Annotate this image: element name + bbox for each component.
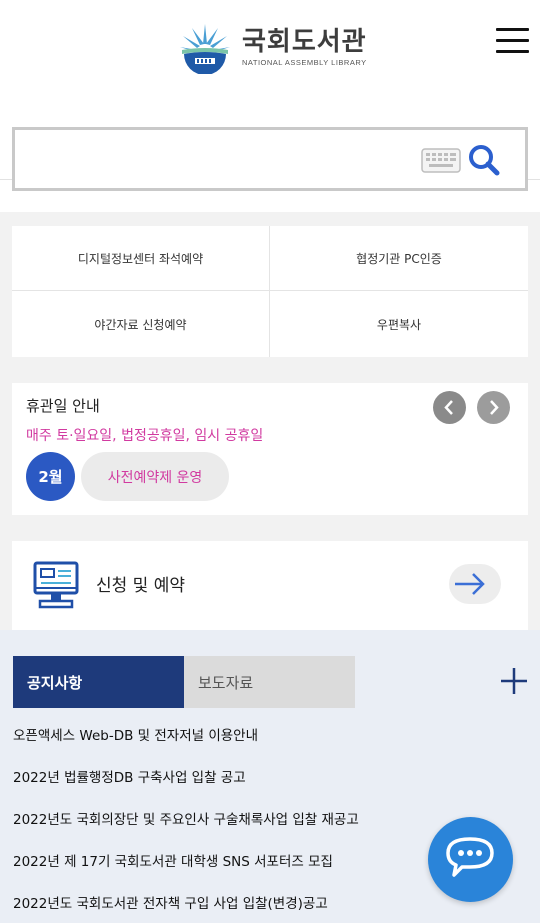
quick-menu-pc-auth[interactable]: 협정기관 PC인증 — [270, 226, 528, 291]
tab-press-release[interactable]: 보도자료 — [184, 656, 355, 708]
arrow-button[interactable] — [449, 564, 501, 604]
quick-menu-night-request[interactable]: 야간자료 신청예약 — [12, 291, 270, 357]
quick-menu-mail-copy[interactable]: 우편복사 — [270, 291, 528, 357]
quick-menu: 디지털정보센터 좌석예약 협정기관 PC인증 야간자료 신청예약 우편복사 — [12, 226, 528, 357]
notice-list: 오픈액세스 Web-DB 및 전자저널 이용안내 2022년 법률행정DB 구축… — [13, 722, 433, 923]
prev-button[interactable] — [433, 391, 466, 424]
apply-label: 신청 및 예약 — [96, 576, 186, 596]
monitor-icon — [33, 561, 79, 609]
menu-icon-bar — [496, 50, 529, 53]
library-emblem-icon — [180, 24, 230, 74]
logo-subtitle: NATIONAL ASSEMBLY LIBRARY — [242, 57, 367, 67]
search-box — [12, 127, 528, 191]
search-section — [0, 127, 540, 212]
notice-item[interactable]: 2022년도 국회도서관 전자책 구입 사업 입찰(변경)공고 — [13, 890, 433, 923]
closed-days-description: 매주 토·일요일, 법정공휴일, 임시 공휴일 — [26, 428, 264, 444]
keyboard-icon[interactable] — [421, 148, 461, 173]
plus-icon[interactable] — [500, 667, 528, 695]
menu-icon-bar — [496, 39, 529, 42]
next-button[interactable] — [477, 391, 510, 424]
logo-title: 국회도서관 — [242, 26, 367, 57]
chevron-left-icon — [444, 400, 453, 415]
quick-menu-seat-reservation[interactable]: 디지털정보센터 좌석예약 — [12, 226, 270, 291]
closed-days-card: 휴관일 안내 매주 토·일요일, 법정공휴일, 임시 공휴일 2월 사전예약제 … — [12, 383, 528, 515]
chatbot-button[interactable] — [428, 817, 513, 902]
notice-item[interactable]: 2022년 제 17기 국회도서관 대학생 SNS 서포터즈 모집 — [13, 848, 433, 890]
month-badge[interactable]: 2월 — [26, 452, 75, 501]
search-input[interactable] — [23, 138, 413, 180]
menu-icon — [496, 28, 529, 31]
notice-item[interactable]: 2022년 법률행정DB 구축사업 입찰 공고 — [13, 764, 433, 806]
notice-item[interactable]: 오픈액세스 Web-DB 및 전자저널 이용안내 — [13, 722, 433, 764]
notice-item[interactable]: 2022년도 국회의장단 및 주요인사 구술채록사업 입찰 재공고 — [13, 806, 433, 848]
tab-notice[interactable]: 공지사항 — [13, 656, 184, 708]
chat-icon — [446, 837, 494, 877]
header: 국회도서관 NATIONAL ASSEMBLY LIBRARY — [0, 0, 540, 100]
arrow-right-icon — [455, 573, 485, 595]
reservation-notice[interactable]: 사전예약제 운영 — [81, 452, 229, 501]
apply-reservation-card[interactable]: 신청 및 예약 — [12, 541, 528, 630]
closed-days-title: 휴관일 안내 — [26, 397, 100, 415]
logo[interactable]: 국회도서관 NATIONAL ASSEMBLY LIBRARY — [178, 20, 367, 74]
search-icon[interactable] — [467, 144, 501, 176]
menu-button[interactable] — [496, 28, 529, 54]
chevron-right-icon — [490, 400, 499, 415]
